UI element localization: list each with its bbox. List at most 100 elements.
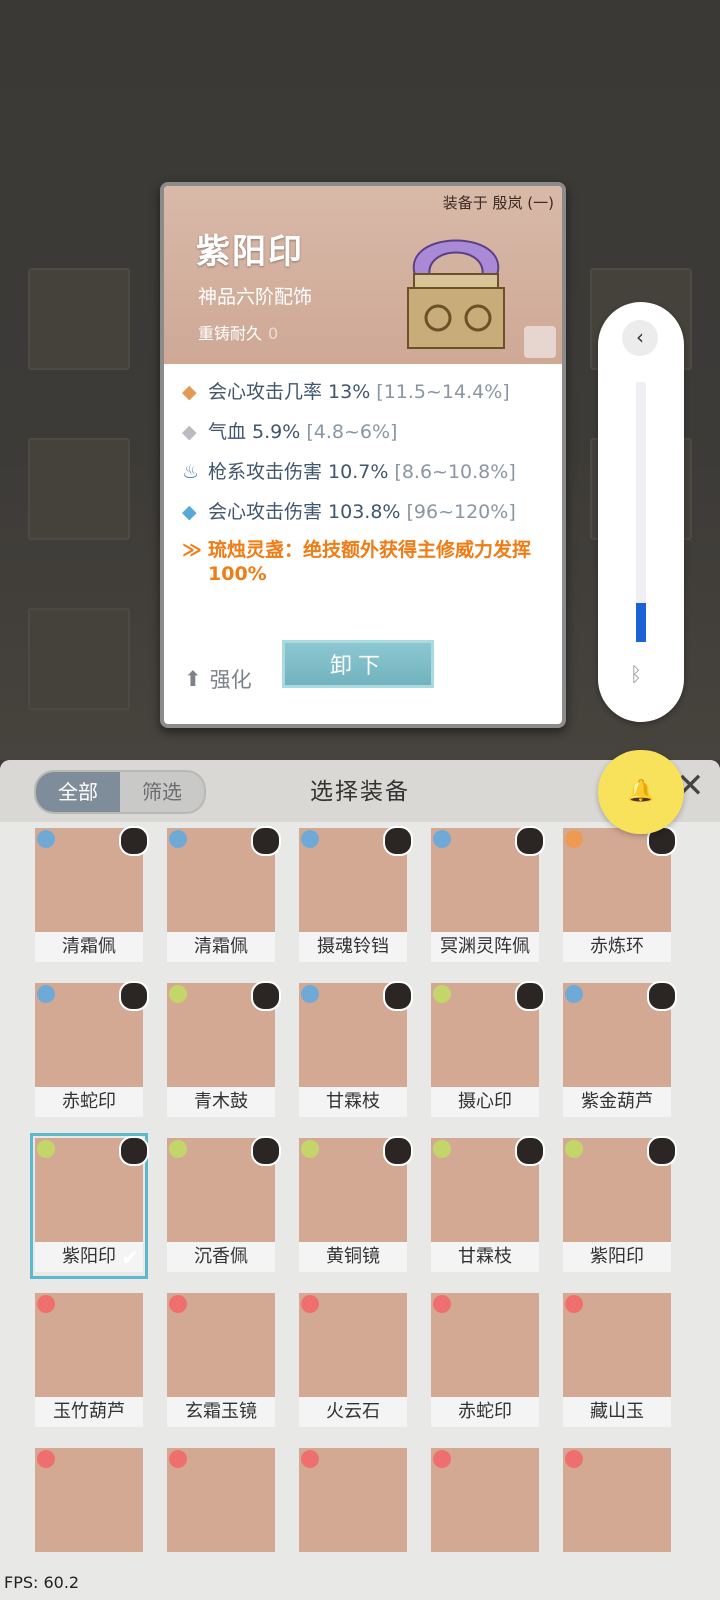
equipment-name: 甘霖枝 [299,1087,407,1117]
special-bullet-icon: ≫ [182,539,202,561]
equipment-item[interactable]: 清霜佩 [165,826,281,966]
equipment-item[interactable] [561,1446,673,1586]
element-icon [37,830,55,848]
equipment-name: 黄铜镜 [299,1242,407,1272]
item-detail-header: 装备于 殷岚 (一) 紫阳印 神品六阶配饰 重铸耐久 0 [164,186,562,364]
stat-range: [8.6~10.8%] [394,461,516,483]
enhance-label: 强化 [209,668,252,692]
equipment-item[interactable] [297,1446,409,1586]
arrow-up-icon: ⬆ [184,667,202,691]
equipment-item[interactable] [33,1446,145,1586]
item-grade: 神品六阶配饰 [198,286,313,308]
equipment-item[interactable]: 摄魂铃铛 [297,826,413,966]
element-icon [169,1295,187,1313]
equipment-item[interactable]: 藏山玉 [561,1291,673,1431]
background-slot [28,438,130,540]
stats-list: ◆ 会心攻击几率 13% [11.5~14.4%] ◆ 气血 5.9% [4.8~6%] ♨… [182,378,552,598]
element-icon [433,1450,451,1468]
tab-all[interactable]: 全部 [36,772,120,812]
volume-slider-fill [636,603,646,642]
equipment-item[interactable] [165,1446,277,1586]
equipment-name: 赤炼环 [563,932,671,962]
equipment-name: 甘霖枝 [431,1242,539,1272]
unequip-button[interactable]: 卸下 [282,640,434,688]
seal-artwork-icon [407,239,505,349]
tab-filter[interactable]: 筛选 [120,772,204,812]
equipment-item[interactable]: 清霜佩 [33,826,149,966]
equipment-name: 藏山玉 [563,1397,671,1427]
stat-range: [96~120%] [406,501,516,523]
item-durability: 重铸耐久 0 [198,320,278,344]
stat-bullet-icon: ◆ [182,381,197,403]
collapse-chevron-icon[interactable]: ‹ [622,320,658,356]
equipment-name: 清霜佩 [35,932,143,962]
equipment-item[interactable]: 黄铜镜 [297,1136,413,1276]
sheet-title: 选择装备 [310,779,410,805]
character-avatar [647,981,677,1011]
character-avatar [119,826,149,856]
equipment-name: 紫金葫芦 [563,1087,671,1117]
equipment-item[interactable] [429,1446,541,1586]
element-icon [565,1295,583,1313]
equipment-item[interactable]: 沉香佩 [165,1136,281,1276]
element-icon [433,985,451,1003]
equipment-item[interactable]: 赤蛇印 [33,981,149,1121]
element-icon [37,985,55,1003]
item-name: 紫阳印 [196,232,304,272]
fps-counter: FPS: 60.2 [4,1573,80,1592]
equipment-item[interactable]: 赤蛇印 [429,1291,541,1431]
character-avatar [119,981,149,1011]
equipment-name: 清霜佩 [167,932,275,962]
character-avatar [119,1136,149,1166]
equipment-item[interactable]: 摄心印 [429,981,545,1121]
special-effect-text: 琉烛灵盏：绝技额外获得主修威力发挥100% [208,539,532,585]
equipment-item[interactable]: 青木鼓 [165,981,281,1121]
character-avatar [383,1136,413,1166]
equipment-item[interactable]: 火云石 [297,1291,409,1431]
stat-range: [11.5~14.4%] [376,381,510,403]
stat-row: ◆ 会心攻击伤害 103.8% [96~120%] [182,498,552,538]
volume-slider[interactable] [636,382,646,642]
equipment-name: 冥渊灵阵佩 [431,932,539,962]
check-icon: ✔ [121,1246,140,1271]
filter-segment: 全部 筛选 [34,770,206,814]
element-icon [169,1450,187,1468]
element-icon [37,1140,55,1158]
background-slot [28,608,130,710]
element-icon [169,985,187,1003]
character-avatar [515,981,545,1011]
share-icon[interactable] [524,326,556,358]
equipment-name: 火云石 [299,1397,407,1427]
stat-row: ◆ 气血 5.9% [4.8~6%] [182,418,552,458]
stat-bullet-icon: ♨ [182,461,200,483]
equipment-name: 青木鼓 [167,1087,275,1117]
element-icon [565,1140,583,1158]
equipment-item[interactable]: 紫阳印 [561,1136,677,1276]
equipment-name: 玉竹葫芦 [35,1397,143,1427]
character-avatar [647,1136,677,1166]
element-icon [37,1450,55,1468]
stat-row: ◆ 会心攻击几率 13% [11.5~14.4%] [182,378,552,418]
equipment-item[interactable]: 赤炼环 [561,826,677,966]
element-icon [433,830,451,848]
equipment-item[interactable]: 甘霖枝 [429,1136,545,1276]
equipment-item[interactable]: 甘霖枝 [297,981,413,1121]
element-icon [301,830,319,848]
character-avatar [515,1136,545,1166]
equipment-item[interactable]: 紫阳印 ✔ [30,1133,149,1279]
equipment-item[interactable]: 紫金葫芦 [561,981,677,1121]
equipment-name: 摄心印 [431,1087,539,1117]
item-detail-card: 装备于 殷岚 (一) 紫阳印 神品六阶配饰 重铸耐久 0 ◆ 会心攻击几率 13%[… [160,182,566,728]
bluetooth-icon[interactable]: ᛒ [630,662,642,686]
equipment-item[interactable]: 玄霜玉镜 [165,1291,277,1431]
element-icon [301,1140,319,1158]
stat-bullet-icon: ◆ [182,421,197,443]
bell-icon[interactable]: 🔔 [598,750,684,834]
character-avatar [251,981,281,1011]
enhance-button[interactable]: ⬆ 强化 [184,664,252,694]
equipment-item[interactable]: 冥渊灵阵佩 [429,826,545,966]
element-icon [169,830,187,848]
stat-range: [4.8~6%] [306,421,398,443]
equipment-item[interactable]: 玉竹葫芦 [33,1291,145,1431]
element-icon [433,1140,451,1158]
